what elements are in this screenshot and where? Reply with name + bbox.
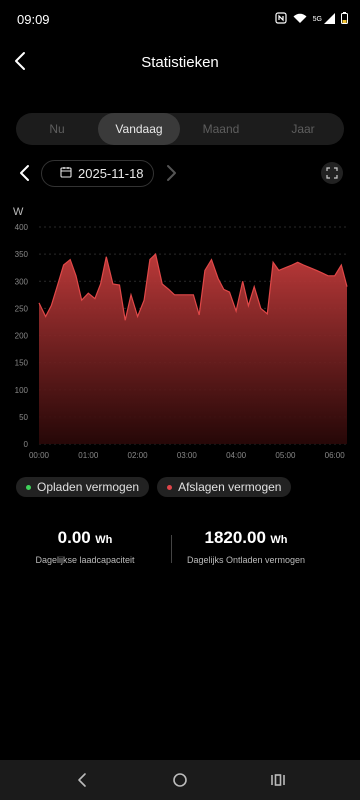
x-tick-label: 00:00	[29, 451, 50, 460]
system-nav-bar	[0, 760, 360, 800]
stat-discharge-unit: Wh	[270, 534, 288, 546]
date-value: 2025-11-18	[78, 166, 144, 181]
stat-charge-label: Dagelijkse laadcapaciteit	[35, 555, 135, 565]
tab-nu[interactable]: Nu	[16, 113, 98, 145]
status-time: 09:09	[17, 12, 50, 27]
y-tick-label: 200	[15, 332, 29, 341]
tab-jaar[interactable]: Jaar	[262, 113, 344, 145]
signal-icon	[324, 12, 335, 27]
home-nav-icon[interactable]	[170, 770, 190, 790]
discharge-area	[39, 254, 347, 444]
y-tick-label: 400	[15, 223, 29, 232]
header: Statistieken	[0, 44, 360, 80]
stat-charge-value: 0.00	[57, 528, 91, 547]
page-title: Statistieken	[141, 54, 219, 71]
y-tick-label: 250	[15, 304, 29, 313]
date-row: 2025-11-18	[0, 158, 360, 190]
x-tick-label: 03:00	[177, 451, 198, 460]
legend-afslagen-label: Afslagen vermogen	[178, 480, 282, 494]
chevron-right-icon[interactable]	[164, 164, 178, 182]
stat-discharge-value: 1820.00	[204, 528, 266, 547]
period-tabs: Nu Vandaag Maand Jaar	[16, 113, 344, 145]
legend-opladen-label: Opladen vermogen	[37, 480, 140, 494]
date-picker[interactable]: 2025-11-18	[41, 160, 154, 187]
x-tick-label: 01:00	[78, 451, 99, 460]
power-chart: W 0 50 100 150 200 250 300 350 400 00:00 01:00 02:…	[13, 206, 348, 460]
stat-charge-unit: Wh	[95, 534, 113, 546]
y-tick-label: 350	[15, 250, 29, 259]
fullscreen-icon[interactable]	[321, 162, 343, 184]
y-tick-label: 0	[24, 440, 29, 449]
stat-charge-capacity: 0.00 Wh Dagelijkse laadcapaciteit	[0, 528, 170, 565]
tab-maand[interactable]: Maand	[180, 113, 262, 145]
wifi-icon	[293, 13, 307, 27]
status-bar: 09:09 5G	[0, 0, 360, 40]
stat-discharge-label: Dagelijks Ontladen vermogen	[186, 555, 306, 565]
y-tick-label: 100	[15, 386, 29, 395]
stats-section: 0.00 Wh Dagelijkse laadcapaciteit 1820.0…	[0, 528, 360, 588]
red-dot-icon	[167, 484, 173, 490]
legend-opladen[interactable]: Opladen vermogen	[16, 477, 150, 497]
5g-icon: 5G	[312, 16, 322, 23]
stats-divider	[171, 535, 172, 563]
y-tick-label: 300	[15, 277, 29, 286]
y-tick-label: 150	[15, 359, 29, 368]
back-nav-icon[interactable]	[72, 770, 92, 790]
status-icons: 5G	[275, 12, 348, 27]
battery-icon	[341, 12, 348, 27]
x-tick-label: 02:00	[128, 451, 149, 460]
nfc-icon	[275, 12, 287, 27]
stat-discharge: 1820.00 Wh Dagelijks Ontladen vermogen	[172, 528, 320, 565]
x-tick-label: 04:00	[226, 451, 247, 460]
x-tick-label: 06:00	[325, 451, 346, 460]
x-tick-label: 05:00	[275, 451, 296, 460]
y-tick-label: 50	[19, 413, 28, 422]
legend-afslagen[interactable]: Afslagen vermogen	[157, 477, 292, 497]
y-axis-label: W	[13, 206, 24, 218]
calendar-icon	[60, 166, 72, 181]
recents-nav-icon[interactable]	[268, 770, 288, 790]
chevron-left-icon[interactable]	[18, 164, 32, 182]
tab-vandaag[interactable]: Vandaag	[98, 113, 180, 145]
green-dot-icon	[26, 484, 31, 490]
chart-legend: Opladen vermogen Afslagen vermogen	[16, 477, 292, 497]
